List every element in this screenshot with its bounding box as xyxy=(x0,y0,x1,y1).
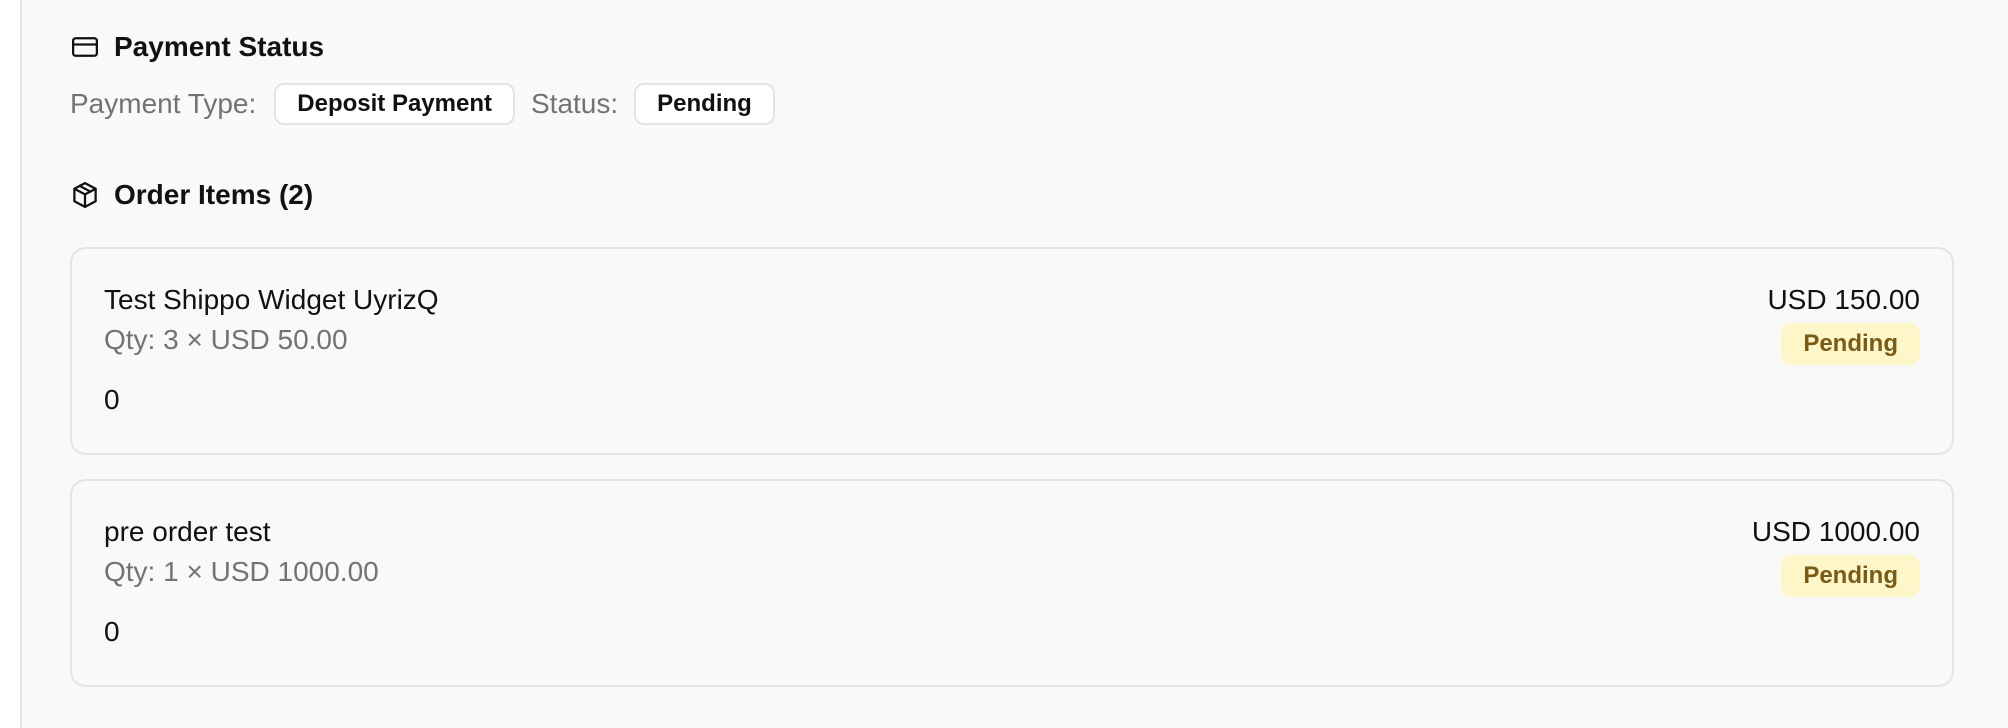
payment-status-title: Payment Status xyxy=(114,31,325,62)
payment-type-badge: Deposit Payment xyxy=(274,83,515,125)
item-total: USD 1000.00 xyxy=(1751,516,1920,547)
payment-status-header: Payment Status xyxy=(70,27,324,67)
payment-status-badge: Pending xyxy=(634,83,775,125)
item-name: pre order test xyxy=(104,516,271,547)
item-total: USD 150.00 xyxy=(1767,284,1920,315)
payment-status-label: Status: xyxy=(530,88,619,119)
item-status-badge: Pending xyxy=(1781,323,1920,365)
order-item-card: Test Shippo Widget UyrizQ Qty: 3 × USD 5… xyxy=(70,247,1954,455)
item-extra-value: 0 xyxy=(104,616,120,647)
credit-card-icon xyxy=(70,32,100,62)
order-details-panel: Payment Status Payment Type: Deposit Pay… xyxy=(20,0,2008,728)
payment-type-label: Payment Type: xyxy=(70,88,257,119)
item-status-badge: Pending xyxy=(1781,555,1920,597)
item-name: Test Shippo Widget UyrizQ xyxy=(104,284,439,315)
item-quantity: Qty: 3 × USD 50.00 xyxy=(104,324,348,355)
package-icon xyxy=(70,180,100,210)
order-items-title: Order Items (2) xyxy=(114,179,314,210)
item-extra-value: 0 xyxy=(104,384,120,415)
order-item-card: pre order test Qty: 1 × USD 1000.00 0 US… xyxy=(70,479,1954,687)
item-quantity: Qty: 1 × USD 1000.00 xyxy=(104,556,379,587)
payment-info-row: Payment Type: Deposit Payment Status: Pe… xyxy=(70,82,775,126)
order-items-header: Order Items (2) xyxy=(70,175,313,215)
